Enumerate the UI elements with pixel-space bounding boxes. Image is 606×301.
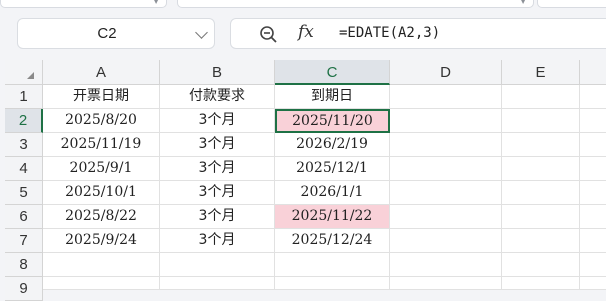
chevron-down-icon[interactable] xyxy=(195,26,208,39)
cell-c9[interactable] xyxy=(275,277,390,290)
cell-a6[interactable]: 2025/8/22 xyxy=(43,205,160,229)
select-all-icon[interactable] xyxy=(27,72,34,79)
row-header-2[interactable]: 2 xyxy=(5,109,43,133)
cell-a1[interactable]: 开票日期 xyxy=(43,85,160,109)
cell-e8[interactable] xyxy=(502,253,580,277)
top-toolbar-strip: ▼ ▼ xyxy=(0,0,606,8)
cell-a8[interactable] xyxy=(43,253,160,277)
cell-d2[interactable] xyxy=(390,109,502,133)
name-box[interactable]: C2 xyxy=(17,18,215,49)
cell-c1[interactable]: 到期日 xyxy=(275,85,390,109)
cell-c3[interactable]: 2026/2/19 xyxy=(275,133,390,157)
cell-f3[interactable] xyxy=(580,133,606,157)
toolbar-dropdown-middle[interactable] xyxy=(177,0,534,8)
cell-a7[interactable]: 2025/9/24 xyxy=(43,229,160,253)
row-header-6[interactable]: 6 xyxy=(5,205,43,229)
cell-e4[interactable] xyxy=(502,157,580,181)
zoom-out-icon[interactable] xyxy=(258,24,278,44)
cell-f5[interactable] xyxy=(580,181,606,205)
cell-b1[interactable]: 付款要求 xyxy=(160,85,275,109)
cell-e1[interactable] xyxy=(502,85,580,109)
cell-f9[interactable] xyxy=(580,277,606,290)
cell-d1[interactable] xyxy=(390,85,502,109)
cell-a3[interactable]: 2025/11/19 xyxy=(43,133,160,157)
chevron-down-icon[interactable]: ▼ xyxy=(520,0,526,5)
cell-e9[interactable] xyxy=(502,277,580,290)
chevron-down-icon[interactable]: ▼ xyxy=(153,0,159,5)
row-header-5[interactable]: 5 xyxy=(5,181,43,205)
row-header-4[interactable]: 4 xyxy=(5,157,43,181)
cell-a9[interactable] xyxy=(43,277,160,290)
cell-e3[interactable] xyxy=(502,133,580,157)
cell-e6[interactable] xyxy=(502,205,580,229)
cell-c4[interactable]: 2025/12/1 xyxy=(275,157,390,181)
toolbar-dropdown-right[interactable] xyxy=(537,0,606,8)
function-icon[interactable]: fx xyxy=(298,22,314,42)
cell-b5[interactable]: 3个月 xyxy=(160,181,275,205)
formula-text[interactable]: =EDATE(A2,3) xyxy=(339,25,440,41)
cell-d7[interactable] xyxy=(390,229,502,253)
name-box-value[interactable]: C2 xyxy=(18,25,196,42)
cell-c2-active[interactable]: 2025/11/20 xyxy=(275,109,390,133)
column-header-a[interactable]: A xyxy=(43,60,160,85)
cell-a4[interactable]: 2025/9/1 xyxy=(43,157,160,181)
cell-f7[interactable] xyxy=(580,229,606,253)
cell-f6[interactable] xyxy=(580,205,606,229)
row-header-1[interactable]: 1 xyxy=(5,85,43,109)
formula-input[interactable]: fx =EDATE(A2,3) xyxy=(230,18,606,49)
cell-b8[interactable] xyxy=(160,253,275,277)
cell-d8[interactable] xyxy=(390,253,502,277)
cell-a2[interactable]: 2025/8/20 xyxy=(43,109,160,133)
cell-c5[interactable]: 2026/1/1 xyxy=(275,181,390,205)
cell-c8[interactable] xyxy=(275,253,390,277)
select-all-corner[interactable] xyxy=(5,60,43,85)
cell-f1[interactable] xyxy=(580,85,606,109)
cell-b3[interactable]: 3个月 xyxy=(160,133,275,157)
toolbar-dropdown-left[interactable] xyxy=(0,0,167,8)
cell-b4[interactable]: 3个月 xyxy=(160,157,275,181)
cell-e5[interactable] xyxy=(502,181,580,205)
cell-d9[interactable] xyxy=(390,277,502,290)
column-header-f[interactable] xyxy=(580,60,606,85)
row-header-3[interactable]: 3 xyxy=(5,133,43,157)
cell-c6[interactable]: 2025/11/22 xyxy=(275,205,390,229)
column-header-b[interactable]: B xyxy=(160,60,275,85)
cell-d3[interactable] xyxy=(390,133,502,157)
row-header-7[interactable]: 7 xyxy=(5,229,43,253)
row-header-9[interactable]: 9 xyxy=(5,277,43,301)
cell-e2[interactable] xyxy=(502,109,580,133)
cell-e7[interactable] xyxy=(502,229,580,253)
cell-d4[interactable] xyxy=(390,157,502,181)
cell-c7[interactable]: 2025/12/24 xyxy=(275,229,390,253)
cell-f2[interactable] xyxy=(580,109,606,133)
formula-bar-area: C2 fx =EDATE(A2,3) xyxy=(0,8,606,60)
cell-b2[interactable]: 3个月 xyxy=(160,109,275,133)
cell-d5[interactable] xyxy=(390,181,502,205)
row-header-8[interactable]: 8 xyxy=(5,253,43,277)
cell-a5[interactable]: 2025/10/1 xyxy=(43,181,160,205)
cell-b9[interactable] xyxy=(160,277,275,290)
cell-f8[interactable] xyxy=(580,253,606,277)
column-header-c[interactable]: C xyxy=(275,60,390,85)
cell-b6[interactable]: 3个月 xyxy=(160,205,275,229)
cell-d6[interactable] xyxy=(390,205,502,229)
cell-f4[interactable] xyxy=(580,157,606,181)
cell-b7[interactable]: 3个月 xyxy=(160,229,275,253)
column-header-d[interactable]: D xyxy=(390,60,502,85)
column-header-e[interactable]: E xyxy=(502,60,580,85)
